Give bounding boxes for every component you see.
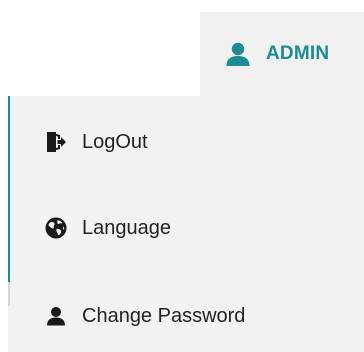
menu-item-label: Change Password (82, 304, 246, 327)
user-icon (224, 40, 252, 68)
user-menu-toggle[interactable]: ADMIN (200, 12, 364, 96)
username-label: ADMIN (266, 43, 330, 64)
menu-item-label: LogOut (82, 130, 148, 153)
user-dropdown-menu: LogOut Language Change Password (8, 96, 364, 352)
page: ADMIN LogOut Language Change Password (0, 0, 364, 352)
globe-icon (44, 216, 68, 240)
menu-item-label: Language (82, 216, 171, 239)
menu-item-language[interactable]: Language (10, 198, 364, 258)
logout-icon (44, 130, 68, 154)
menu-item-change-password[interactable]: Change Password (10, 286, 364, 346)
menu-item-logout[interactable]: LogOut (10, 112, 364, 172)
user-icon (44, 304, 68, 328)
